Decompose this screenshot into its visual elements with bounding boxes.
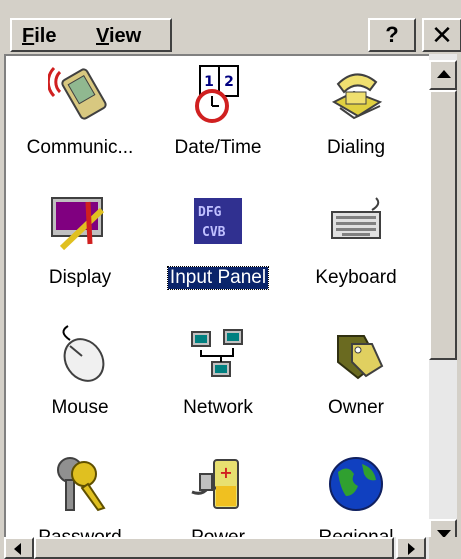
svg-text:CVB: CVB [202,225,226,240]
scroll-left-button[interactable] [4,537,34,559]
svg-text:1: 1 [204,74,214,90]
telephone-icon [331,73,383,120]
item-communications[interactable]: Communic... [14,62,146,159]
mouse-icon [62,325,105,382]
menu-file-label: ile [34,25,57,47]
item-label: Input Panel [166,266,270,290]
item-display[interactable]: Display [14,192,146,289]
scroll-corner [429,537,457,559]
network-icon [191,329,243,377]
menu-file-accelerator: F [22,25,35,47]
up-arrow-icon [437,70,451,78]
item-owner[interactable]: Owner [290,322,422,419]
display-icon [51,197,105,251]
keys-icon [57,457,106,512]
help-button[interactable]: ? [368,18,416,52]
item-label: Date/Time [174,137,262,158]
item-label: Regional [317,527,396,537]
item-label: Password [36,527,123,537]
vertical-scrollbar[interactable] [429,54,457,549]
menu-view-label: iew [108,25,142,47]
right-arrow-icon [408,543,415,555]
item-network[interactable]: Network [152,322,284,419]
svg-text:2: 2 [224,74,234,90]
item-power[interactable]: + Power [152,452,284,537]
menu-file[interactable]: File [22,25,56,48]
svg-text:DFG: DFG [198,205,222,220]
scroll-right-button[interactable] [396,537,426,559]
horizontal-scrollbar[interactable] [4,537,429,559]
menu-box: File View [10,18,172,52]
item-label: Keyboard [315,267,397,288]
item-label: Mouse [51,397,109,418]
scroll-thumb[interactable] [429,90,457,360]
item-keyboard[interactable]: Keyboard [290,192,422,289]
item-input-panel[interactable]: DFG CVB Input Panel [152,192,284,290]
power-battery-icon: + [191,459,239,509]
control-panel-window: File View ? ✕ Communic... 1 2 Date/Time … [0,0,461,559]
close-button[interactable]: ✕ [422,18,461,52]
menu-view-accelerator: V [96,25,109,47]
scroll-up-button[interactable] [429,60,457,90]
item-label: Power [189,527,247,537]
item-dialing[interactable]: Dialing [290,62,422,159]
communications-icon [46,66,107,120]
keyboard-icon [331,197,381,239]
item-label: Owner [328,397,384,418]
item-date-time[interactable]: 1 2 Date/Time [152,62,284,159]
calendar-clock-icon: 1 2 [195,65,239,123]
item-label: Network [183,397,253,418]
icon-view: Communic... 1 2 Date/Time Dialing Displa… [4,54,429,537]
item-label: Display [48,267,112,288]
menu-bar: File View ? ✕ [4,18,461,54]
item-regional[interactable]: Regional [290,452,422,537]
svg-text:+: + [219,463,232,482]
globe-icon [329,457,383,511]
item-mouse[interactable]: Mouse [14,322,146,419]
item-label: Dialing [326,137,386,158]
item-password[interactable]: Password [14,452,146,537]
left-arrow-icon [14,543,21,555]
input-panel-icon: DFG CVB [194,198,242,244]
menu-view[interactable]: View [96,25,141,48]
horizontal-scroll-thumb[interactable] [34,537,394,559]
item-label: Communic... [26,137,134,158]
owner-tag-icon [337,335,384,380]
